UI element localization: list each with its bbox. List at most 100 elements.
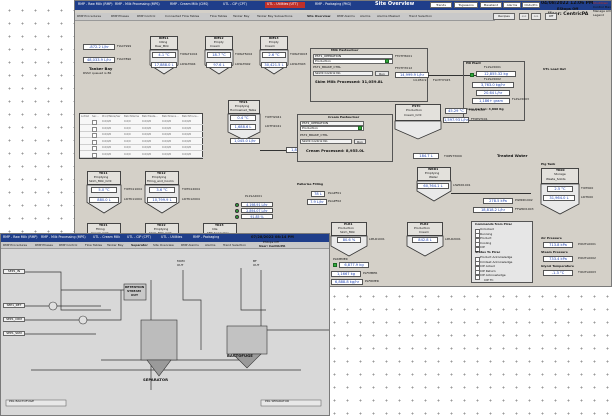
rms2-level: 97.6 L — [206, 62, 232, 68]
rms2-header[interactable]: RMS2 Empty Cream — [205, 36, 233, 50]
cbds-button[interactable]: Cbds/Pro — [522, 2, 540, 8]
table-row[interactable]: 0.0/0/0 0.0/0 0.0/0/0 0.0/0/0 0.0/0/0 — [80, 139, 204, 145]
commands-panel: Commands from Pirac Unlocked Running Produ… — [471, 221, 533, 283]
sub-nav-6[interactable]: Separator — [131, 243, 148, 247]
th21-header[interactable]: TH21 Emptying Homowned_Table — [228, 100, 260, 114]
row-checkbox[interactable] — [92, 139, 97, 145]
table-header-cell: Lotlist — [81, 115, 89, 118]
tk12-level: 10,799.9 L — [147, 197, 177, 203]
header-tab-1[interactable]: RMP - Raw Milk (RMP) — [78, 2, 113, 6]
pallerise-title: Pallerise Filling — [297, 182, 324, 186]
sub-nav-4[interactable]: Flow Tables — [85, 243, 102, 247]
rms3-product: Cream — [265, 44, 275, 48]
rms3-header[interactable]: RMS3 Empty Cream — [260, 36, 288, 50]
pig-tank-title: Pig Tank — [541, 162, 556, 166]
sub-nav-8[interactable]: RMP Alarms — [181, 243, 199, 247]
tk12-level-tag: LI0TK12004 — [182, 197, 200, 201]
row-checkbox[interactable] — [92, 146, 97, 151]
table-row[interactable]: 0.0/0/0 0.0/0 0.0/0/0 0.0/0/0 0.0/0/0 — [80, 152, 204, 158]
sub-tab-2[interactable]: RMP - Milk Processing (MPS) — [41, 235, 86, 239]
nav-rmp-control[interactable]: RMP Control — [137, 14, 155, 18]
messtand-button[interactable]: Messtand — [480, 2, 502, 8]
plr1-level-tag: LIPLR1001 — [369, 237, 385, 241]
nav-flow-tables[interactable]: Flow Tables — [210, 14, 227, 18]
header-tab-2[interactable]: RMP - Milk Processing (MPS) — [115, 2, 160, 6]
table-row[interactable]: 0.0/0/0 0.0/0 0.0/0/0 0.0/0/0 0.0/0/0 — [80, 146, 204, 151]
hd-tag-1: FL1SA5001 — [484, 65, 501, 69]
header-tab-5[interactable]: UTL - Utilities (UTT) — [267, 2, 298, 6]
sub-tab-5[interactable]: UTL - Utilities — [161, 235, 182, 239]
table-row[interactable]: 0.0/0/0 0.0/0 0.0/0/0 0.0/0/0 0.0/0/0 — [80, 126, 204, 132]
sub-nav-2[interactable]: RMP Phases — [35, 243, 53, 247]
prev-button[interactable]: << — [519, 13, 529, 20]
nav-rmp-procedures[interactable]: RMP Procedures — [77, 14, 101, 18]
pig-tank-header[interactable]: TK00 Storage Waste_Solids — [541, 168, 579, 184]
separator-label[interactable]: SEPARATOR — [143, 377, 168, 382]
row-checkbox[interactable] — [92, 126, 97, 132]
nav-tanker-bay[interactable]: Tanker Bay — [233, 14, 249, 18]
pst2-run-button[interactable]: Run — [354, 139, 366, 144]
togsasons-button[interactable]: Togsasons — [454, 2, 478, 8]
trends-button[interactable]: Trends — [430, 2, 452, 8]
sub-tab-1[interactable]: RMP - Raw Milk (RMP) — [3, 235, 38, 239]
sep-crm-tag[interactable]: SEP1_CRM — [3, 317, 25, 322]
plr1-header[interactable]: PLR1 Production Skim_Milk — [331, 222, 367, 236]
utl-load-out[interactable]: UTL Load Out — [543, 67, 566, 72]
sep-skm-tag[interactable]: SEP1_SKM — [3, 331, 25, 336]
sub-tab-4[interactable]: UTL - CIP (CPT) — [127, 235, 151, 239]
pst2-brake-label: PST2_BRAKE_CTRL — [300, 133, 329, 137]
alarms-button[interactable]: Alarms — [503, 2, 521, 8]
sub-nav-10[interactable]: Trend Selection — [223, 243, 246, 247]
row-checkbox[interactable] — [92, 133, 97, 138]
nav-connected-flow[interactable]: Connected Flow Tables — [165, 14, 199, 18]
plr1-value-3: 6,888.8 kg/hr — [331, 279, 363, 285]
sub-nav-5[interactable]: Tanker Bay — [107, 243, 123, 247]
nav-rmp-alarms[interactable]: RMP Alarms — [337, 14, 355, 18]
header-tab-6[interactable]: RMP - Packaging (PKG) — [315, 2, 351, 6]
sub-nav-7[interactable]: Site Overview — [153, 243, 174, 247]
sub-tab-6[interactable]: RMP - Packaging — [193, 235, 219, 239]
pig-tank-level: 31,964.0 L — [543, 195, 575, 201]
nav-rmp-phases[interactable]: RMP Phases — [111, 14, 129, 18]
cream-pasteuriser-panel[interactable]: Cream Pasteuriser PST2_OPERATION Product… — [297, 114, 393, 162]
pstc-temp-tag: TI0PSTC01 — [469, 108, 485, 112]
nav-trend-selection[interactable]: Trend Selection — [409, 14, 432, 18]
sub-nav-1[interactable]: RMP Procedures — [3, 243, 27, 247]
tk12-header[interactable]: TK12 Emptying Filling_and_Coolin — [145, 171, 179, 185]
recipes-button[interactable]: Recipes — [493, 13, 515, 20]
pasteuriser-level-tag: FLOTH7025 — [433, 78, 451, 82]
table-row[interactable]: 0.0/0/0 0.0/0 0.0/0/0 0.0/0/0 0.0/0/0 — [80, 133, 204, 138]
table-cell: 0.0/0/0 — [102, 139, 112, 143]
off-button[interactable]: Off — [545, 13, 557, 20]
rms1-temp-tag: TI0SLT1004 — [180, 52, 198, 56]
sub-nav-3[interactable]: RMP Control — [59, 243, 77, 247]
pst2-running-indicator — [358, 126, 362, 130]
nav-alarms-masked[interactable]: Alarms Masked — [377, 14, 400, 18]
wrd1-level-tag: LIWRD1001 — [453, 183, 471, 187]
bottom-tag-2: PRL SEPARATOR — [265, 399, 290, 403]
nav-alarms[interactable]: Alarms — [360, 14, 370, 18]
pl-mid-h: 2,894.07 L/hr — [241, 208, 273, 213]
sub-nav-9[interactable]: Alarms — [205, 243, 215, 247]
pstc-header[interactable]: PSTC Production Cream_Cmt — [395, 104, 441, 121]
rms1-header[interactable]: RMS1 Idling Raw_Milk — [150, 36, 178, 50]
row-checkbox[interactable] — [92, 120, 97, 125]
header-tab-3[interactable]: RMP - Cream Milk (CMS) — [170, 2, 208, 6]
pig-tank-product: Waste_Solids — [546, 177, 566, 181]
pst1-run-button[interactable]: Run — [375, 71, 389, 76]
nav-tanker-subsections[interactable]: Tanker Bay Subsections — [257, 14, 292, 18]
bactofuge-label[interactable]: BACTOFUGE — [227, 353, 253, 358]
row-checkbox[interactable] — [92, 152, 97, 158]
header-tab-4[interactable]: UTL - CIP (CPT) — [223, 2, 247, 6]
sub-tab-3[interactable]: UTL - Cream Milk — [93, 235, 120, 239]
sep-ret-tag[interactable]: SEP1_RET — [3, 303, 25, 308]
sep-in-tag[interactable]: SEP1_IN — [3, 269, 25, 274]
plr2-header[interactable]: PLR2 Production Cream — [407, 222, 443, 236]
table-row[interactable]: 0.0/0/0 0.0/0 0.0/0/0 0.0/0/0 0.0/0/0 — [80, 120, 204, 125]
legend-label[interactable]: Legend — [593, 13, 604, 18]
next-button[interactable]: >> — [531, 13, 541, 20]
table-header-cell: Ser... — [92, 115, 99, 118]
wrd1-header[interactable]: WRD1 Emptying Water — [417, 167, 451, 181]
nav-site-overview[interactable]: Site Overview — [307, 14, 331, 18]
tk11-header[interactable]: TK11 Emptying Skim_Milk_Cmt — [87, 171, 121, 185]
